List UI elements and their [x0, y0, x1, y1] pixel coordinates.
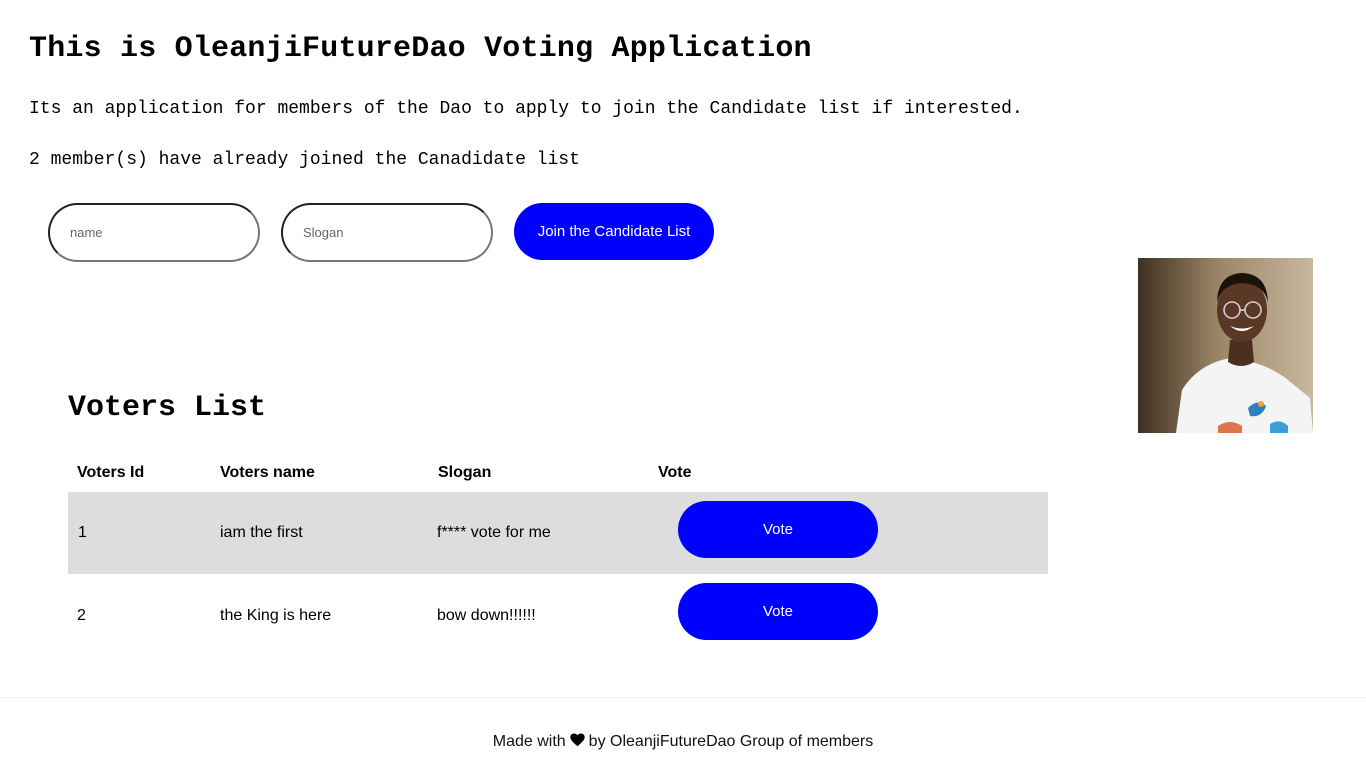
- voter-id: 1: [78, 524, 87, 541]
- avatar-photo: [1138, 258, 1313, 433]
- heart-icon: [569, 733, 585, 753]
- voter-slogan: bow down!!!!!!: [437, 607, 536, 624]
- voter-slogan: f**** vote for me: [437, 524, 551, 541]
- page-description: Its an application for members of the Da…: [29, 99, 1023, 119]
- table-row: 2 the King is here bow down!!!!!! Vote: [68, 574, 1048, 656]
- voter-name: the King is here: [220, 607, 332, 624]
- footer-divider: [0, 697, 1366, 698]
- footer-prefix: Made with: [492, 733, 566, 750]
- vote-button[interactable]: Vote: [678, 583, 878, 640]
- column-header-slogan: Slogan: [438, 464, 492, 481]
- slogan-input[interactable]: [281, 203, 493, 262]
- column-header-voters-id: Voters Id: [77, 464, 145, 481]
- column-header-vote: Vote: [658, 464, 692, 481]
- footer-suffix: by OleanjiFutureDao Group of members: [588, 733, 874, 750]
- footer: Made with by OleanjiFutureDao Group of me…: [0, 732, 1366, 753]
- voter-name: iam the first: [220, 524, 303, 541]
- vote-button[interactable]: Vote: [678, 501, 878, 558]
- page-title: This is OleanjiFutureDao Voting Applicat…: [29, 32, 812, 66]
- table-row: 1 iam the first f**** vote for me Vote: [68, 492, 1048, 574]
- member-count-text: 2 member(s) have already joined the Cana…: [29, 150, 580, 170]
- voter-id: 2: [77, 607, 86, 624]
- avatar: [1138, 258, 1313, 433]
- join-candidate-list-button[interactable]: Join the Candidate List: [514, 203, 714, 260]
- column-header-voters-name: Voters name: [220, 464, 315, 481]
- voters-list-title: Voters List: [68, 391, 267, 425]
- name-input[interactable]: [48, 203, 260, 262]
